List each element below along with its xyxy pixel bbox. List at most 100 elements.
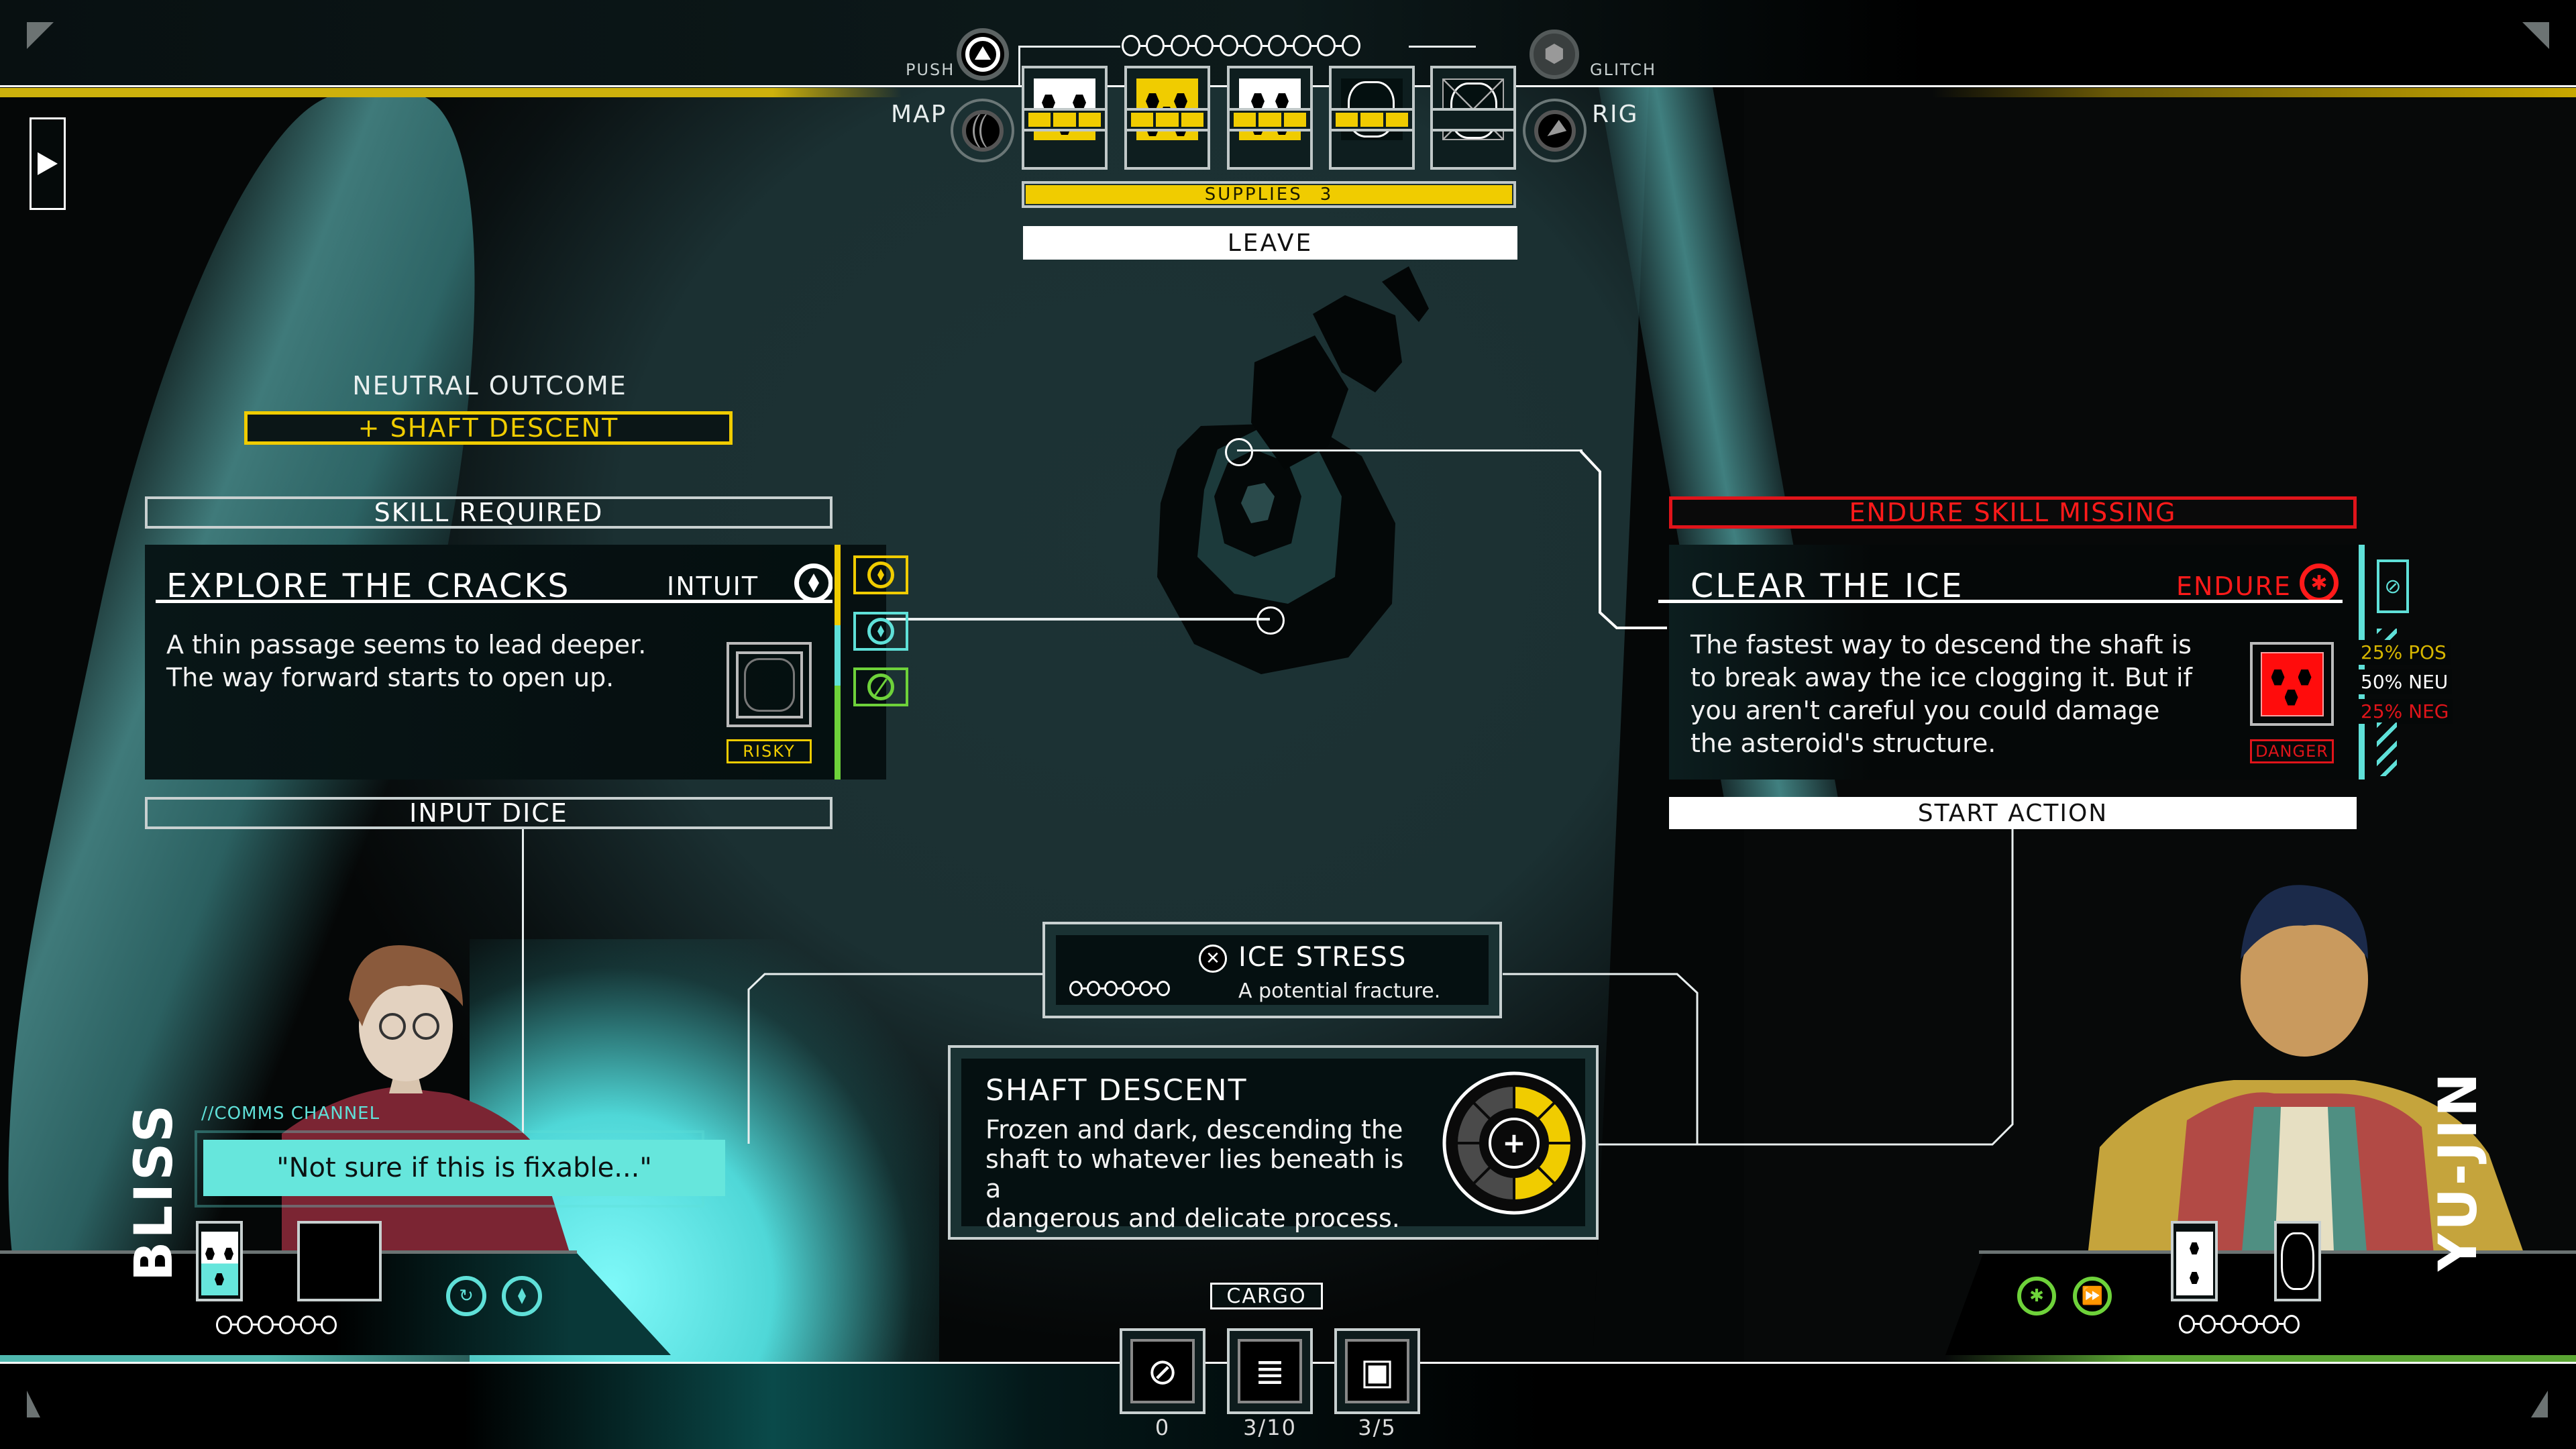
corner-marker-bl	[27, 1391, 40, 1417]
track-link	[1165, 44, 1171, 47]
skill-slot-intuit-yellow[interactable]	[853, 555, 908, 594]
skill-strip	[833, 545, 908, 780]
track-pip	[299, 1316, 316, 1334]
crew-name-container: BLISS	[124, 1102, 191, 1315]
crew-skill-icon-intuit[interactable]	[502, 1276, 542, 1316]
die-charges	[1430, 108, 1516, 131]
track-pip	[278, 1316, 295, 1334]
track-link	[2257, 1323, 2263, 1326]
input-dice-label[interactable]: INPUT DICE	[145, 797, 833, 829]
crew-skill-icon-move[interactable]: ⏩	[2073, 1277, 2112, 1316]
track-pip	[1069, 981, 1083, 996]
crew-die-slot-empty[interactable]	[2274, 1221, 2321, 1301]
track-link	[294, 1324, 300, 1326]
crew-stress-track	[216, 1316, 337, 1334]
connector	[1018, 46, 1020, 86]
track-pip	[1243, 35, 1263, 57]
cargo-slot[interactable]: ⊘	[1120, 1328, 1205, 1414]
outcome-heading: NEUTRAL OUTCOME	[352, 371, 627, 400]
skill-slot-endure-disabled[interactable]: ⊘	[2377, 559, 2409, 613]
threat-shaft-descent[interactable]: SHAFT DESCENT Frozen and dark, descendin…	[948, 1045, 1599, 1240]
intuit-icon	[877, 569, 884, 581]
track-link	[1336, 44, 1342, 47]
map-node[interactable]	[1256, 606, 1285, 635]
supplies-meter: SUPPLIES 3	[1022, 181, 1516, 208]
die-face-3	[201, 1232, 238, 1295]
track-pip	[1292, 35, 1311, 57]
cargo-slot[interactable]: ≣	[1227, 1328, 1313, 1414]
input-die-slot[interactable]	[727, 642, 812, 727]
track-pip	[216, 1316, 232, 1334]
crew-skill-icon-endure[interactable]: ✱	[2017, 1277, 2056, 1316]
map-label: MAP	[891, 101, 947, 128]
intuit-icon	[877, 625, 884, 637]
threat-description: Frozen and dark, descending the shaft to…	[985, 1115, 1415, 1233]
map-icon	[961, 109, 1004, 152]
charge-segment	[1360, 113, 1383, 127]
track-pip	[2200, 1315, 2216, 1334]
fracture-icon: ✕	[1199, 945, 1227, 973]
map-node[interactable]	[1225, 438, 1253, 466]
crew-panel-edge	[0, 1250, 577, 1254]
action-description: A thin passage seems to lead deeper. The…	[166, 629, 690, 694]
description-line: dangerous and delicate process.	[985, 1203, 1400, 1233]
link-line-bend	[1580, 449, 1667, 629]
crew-die-slot-empty[interactable]	[297, 1221, 382, 1301]
empty-die-icon	[743, 657, 795, 712]
crew-die-slot[interactable]	[2171, 1221, 2218, 1301]
description-line: The way forward starts to open up.	[166, 663, 614, 692]
leave-button[interactable]: LEAVE	[1023, 226, 1517, 260]
cargo-slot[interactable]: ▣	[1334, 1328, 1420, 1414]
track-link	[274, 1324, 279, 1326]
charge-segment	[1283, 113, 1306, 127]
charge-segment	[1258, 113, 1281, 127]
top-hud: PUSH MAP GLITCH ⬢ RIG SUPPLIES 3 LEAVE	[0, 0, 2576, 268]
die-charges	[1124, 108, 1210, 131]
track-link	[1238, 44, 1244, 47]
odds-strip: ⊘ 25% POS 50% NEU 25% NEG	[2357, 545, 2453, 780]
disabled-endure-icon: ⊘	[2384, 574, 2402, 598]
track-pip	[258, 1316, 274, 1334]
charge-segment	[1234, 113, 1256, 127]
link-line-right	[1237, 449, 1582, 451]
risk-badge: RISKY	[727, 739, 812, 763]
action-card-clear-ice[interactable]: CLEAR THE ICE ENDURE ✱ The fastest way t…	[1658, 545, 2357, 780]
endure-icon: ✱	[2300, 564, 2339, 602]
glitch-label: GLITCH	[1590, 60, 1657, 79]
push-arrow-icon	[975, 46, 991, 60]
track-link	[253, 1324, 258, 1326]
skill-label: INTUIT	[667, 572, 759, 601]
skill-slot-disabled-green[interactable]	[853, 667, 908, 706]
track-link	[2278, 1323, 2284, 1326]
crew-name: YU-JIN	[2428, 1070, 2489, 1271]
odds-neutral: 50% NEU	[2357, 669, 2453, 694]
skill-slot-intuit-cyan[interactable]	[853, 612, 908, 651]
threat-subtitle: A potential fracture.	[1238, 979, 1441, 1003]
charge-segment	[1053, 113, 1076, 127]
cargo-value: 0	[1155, 1415, 1171, 1440]
rig-button[interactable]	[1523, 99, 1587, 162]
rig-label: RIG	[1592, 101, 1639, 128]
crew-skill-icon-hack[interactable]: ↻	[446, 1276, 486, 1316]
stress-track	[1122, 35, 1360, 57]
track-link	[232, 1324, 237, 1326]
odds-negative: 25% NEG	[2357, 699, 2453, 724]
start-action-button[interactable]: START ACTION	[1669, 797, 2357, 829]
danger-die-slot[interactable]	[2250, 642, 2334, 726]
danger-badge: DANGER	[2250, 739, 2334, 763]
threat-ice-stress[interactable]: ✕ ICE STRESS A potential fracture.	[1042, 922, 1502, 1018]
charge-segment	[1078, 113, 1101, 127]
comms-quote: "Not sure if this is fixable..."	[203, 1140, 725, 1196]
action-description: The fastest way to descend the shaft is …	[1690, 629, 2227, 760]
description-line: A thin passage seems to lead deeper.	[166, 630, 647, 659]
map-button[interactable]	[951, 99, 1014, 162]
glitch-button[interactable]: ⬢	[1529, 30, 1579, 79]
skill-required-label: SKILL REQUIRED	[145, 496, 833, 529]
description-line: you aren't careful you could damage	[1690, 696, 2160, 725]
progress-clock: +	[1442, 1071, 1586, 1215]
title-divider	[1658, 600, 2343, 603]
action-card-explore[interactable]: EXPLORE THE CRACKS INTUIT A thin passage…	[145, 545, 833, 780]
push-button[interactable]	[957, 28, 1009, 80]
track-pip	[2220, 1315, 2237, 1334]
crew-die-slot[interactable]	[196, 1221, 243, 1301]
